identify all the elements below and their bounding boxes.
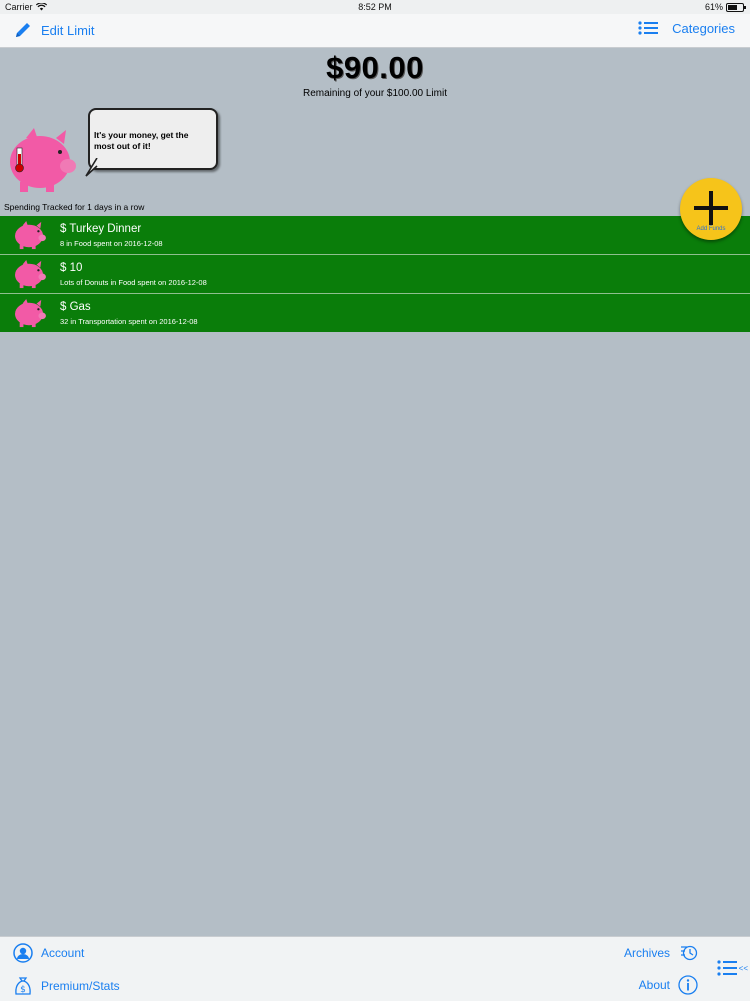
battery-info: 61% [704,2,746,12]
status-time: 8:52 PM [358,2,392,12]
expense-title: $ Turkey Dinner [60,223,142,235]
bubble-tail [85,158,98,177]
speech-bubble: It's your money, get the most out of it! [88,108,218,170]
battery-icon [726,2,746,12]
categories-label: Categories [672,20,735,36]
streak-text: Spending Tracked for 1 days in a row [4,202,145,212]
piggy-bank-icon [15,298,46,328]
premium-stats-label: Premium/Stats [41,979,120,993]
edit-limit-button[interactable]: Edit Limit [13,20,94,40]
bottom-toolbar: Account $ Premium/Stats Archives About <… [0,936,750,1001]
side-menu-toggle[interactable]: << [717,959,748,977]
history-icon [681,945,698,961]
piggy-bank-icon [10,128,76,192]
premium-stats-button[interactable]: $ Premium/Stats [13,975,120,997]
archives-label: Archives [623,946,670,960]
status-bar: Carrier 8:52 PM 61% [0,0,750,14]
piggy-bank-icon [15,220,46,250]
account-button[interactable]: Account [13,943,84,963]
list-icon [638,21,659,35]
expense-row[interactable]: $ 10 Lots of Donuts in Food spent on 201… [0,255,750,294]
categories-button[interactable]: Categories [638,20,735,36]
list-icon [717,960,737,976]
piggy-bank-icon [15,259,46,289]
expense-detail: 32 in Transportation spent on 2016-12-08 [60,317,198,326]
money-bag-icon: $ [15,977,31,995]
bubble-text: It's your money, get the most out of it! [94,130,189,151]
side-arrow: << [738,963,748,973]
svg-text:$: $ [20,985,26,995]
account-label: Account [41,946,85,960]
remaining-amount: $90.00 [326,50,424,85]
add-funds-button[interactable]: Add Funds [680,178,742,240]
person-icon [13,943,33,963]
nav-bar: Edit Limit Categories [0,14,750,48]
about-button[interactable]: About [639,975,698,995]
balance-summary: $90.00 Remaining of your $100.00 Limit [0,50,750,99]
expense-row[interactable]: $ Turkey Dinner 8 in Food spent on 2016-… [0,216,750,255]
battery-percent: 61% [704,2,723,12]
info-icon [678,975,698,995]
expense-list: $ Turkey Dinner 8 in Food spent on 2016-… [0,216,750,332]
edit-limit-label: Edit Limit [41,22,95,38]
about-label: About [638,978,670,992]
expense-title: $ 10 [60,262,83,274]
pencil-icon [16,23,30,37]
expense-title: $ Gas [60,301,91,313]
limit-subtitle: Remaining of your $100.00 Limit [303,88,447,99]
expense-detail: Lots of Donuts in Food spent on 2016-12-… [60,278,207,287]
archives-button[interactable]: Archives [624,943,698,963]
expense-detail: 8 in Food spent on 2016-12-08 [60,239,163,248]
expense-row[interactable]: $ Gas 32 in Transportation spent on 2016… [0,294,750,332]
add-funds-label: Add Funds [696,226,726,232]
